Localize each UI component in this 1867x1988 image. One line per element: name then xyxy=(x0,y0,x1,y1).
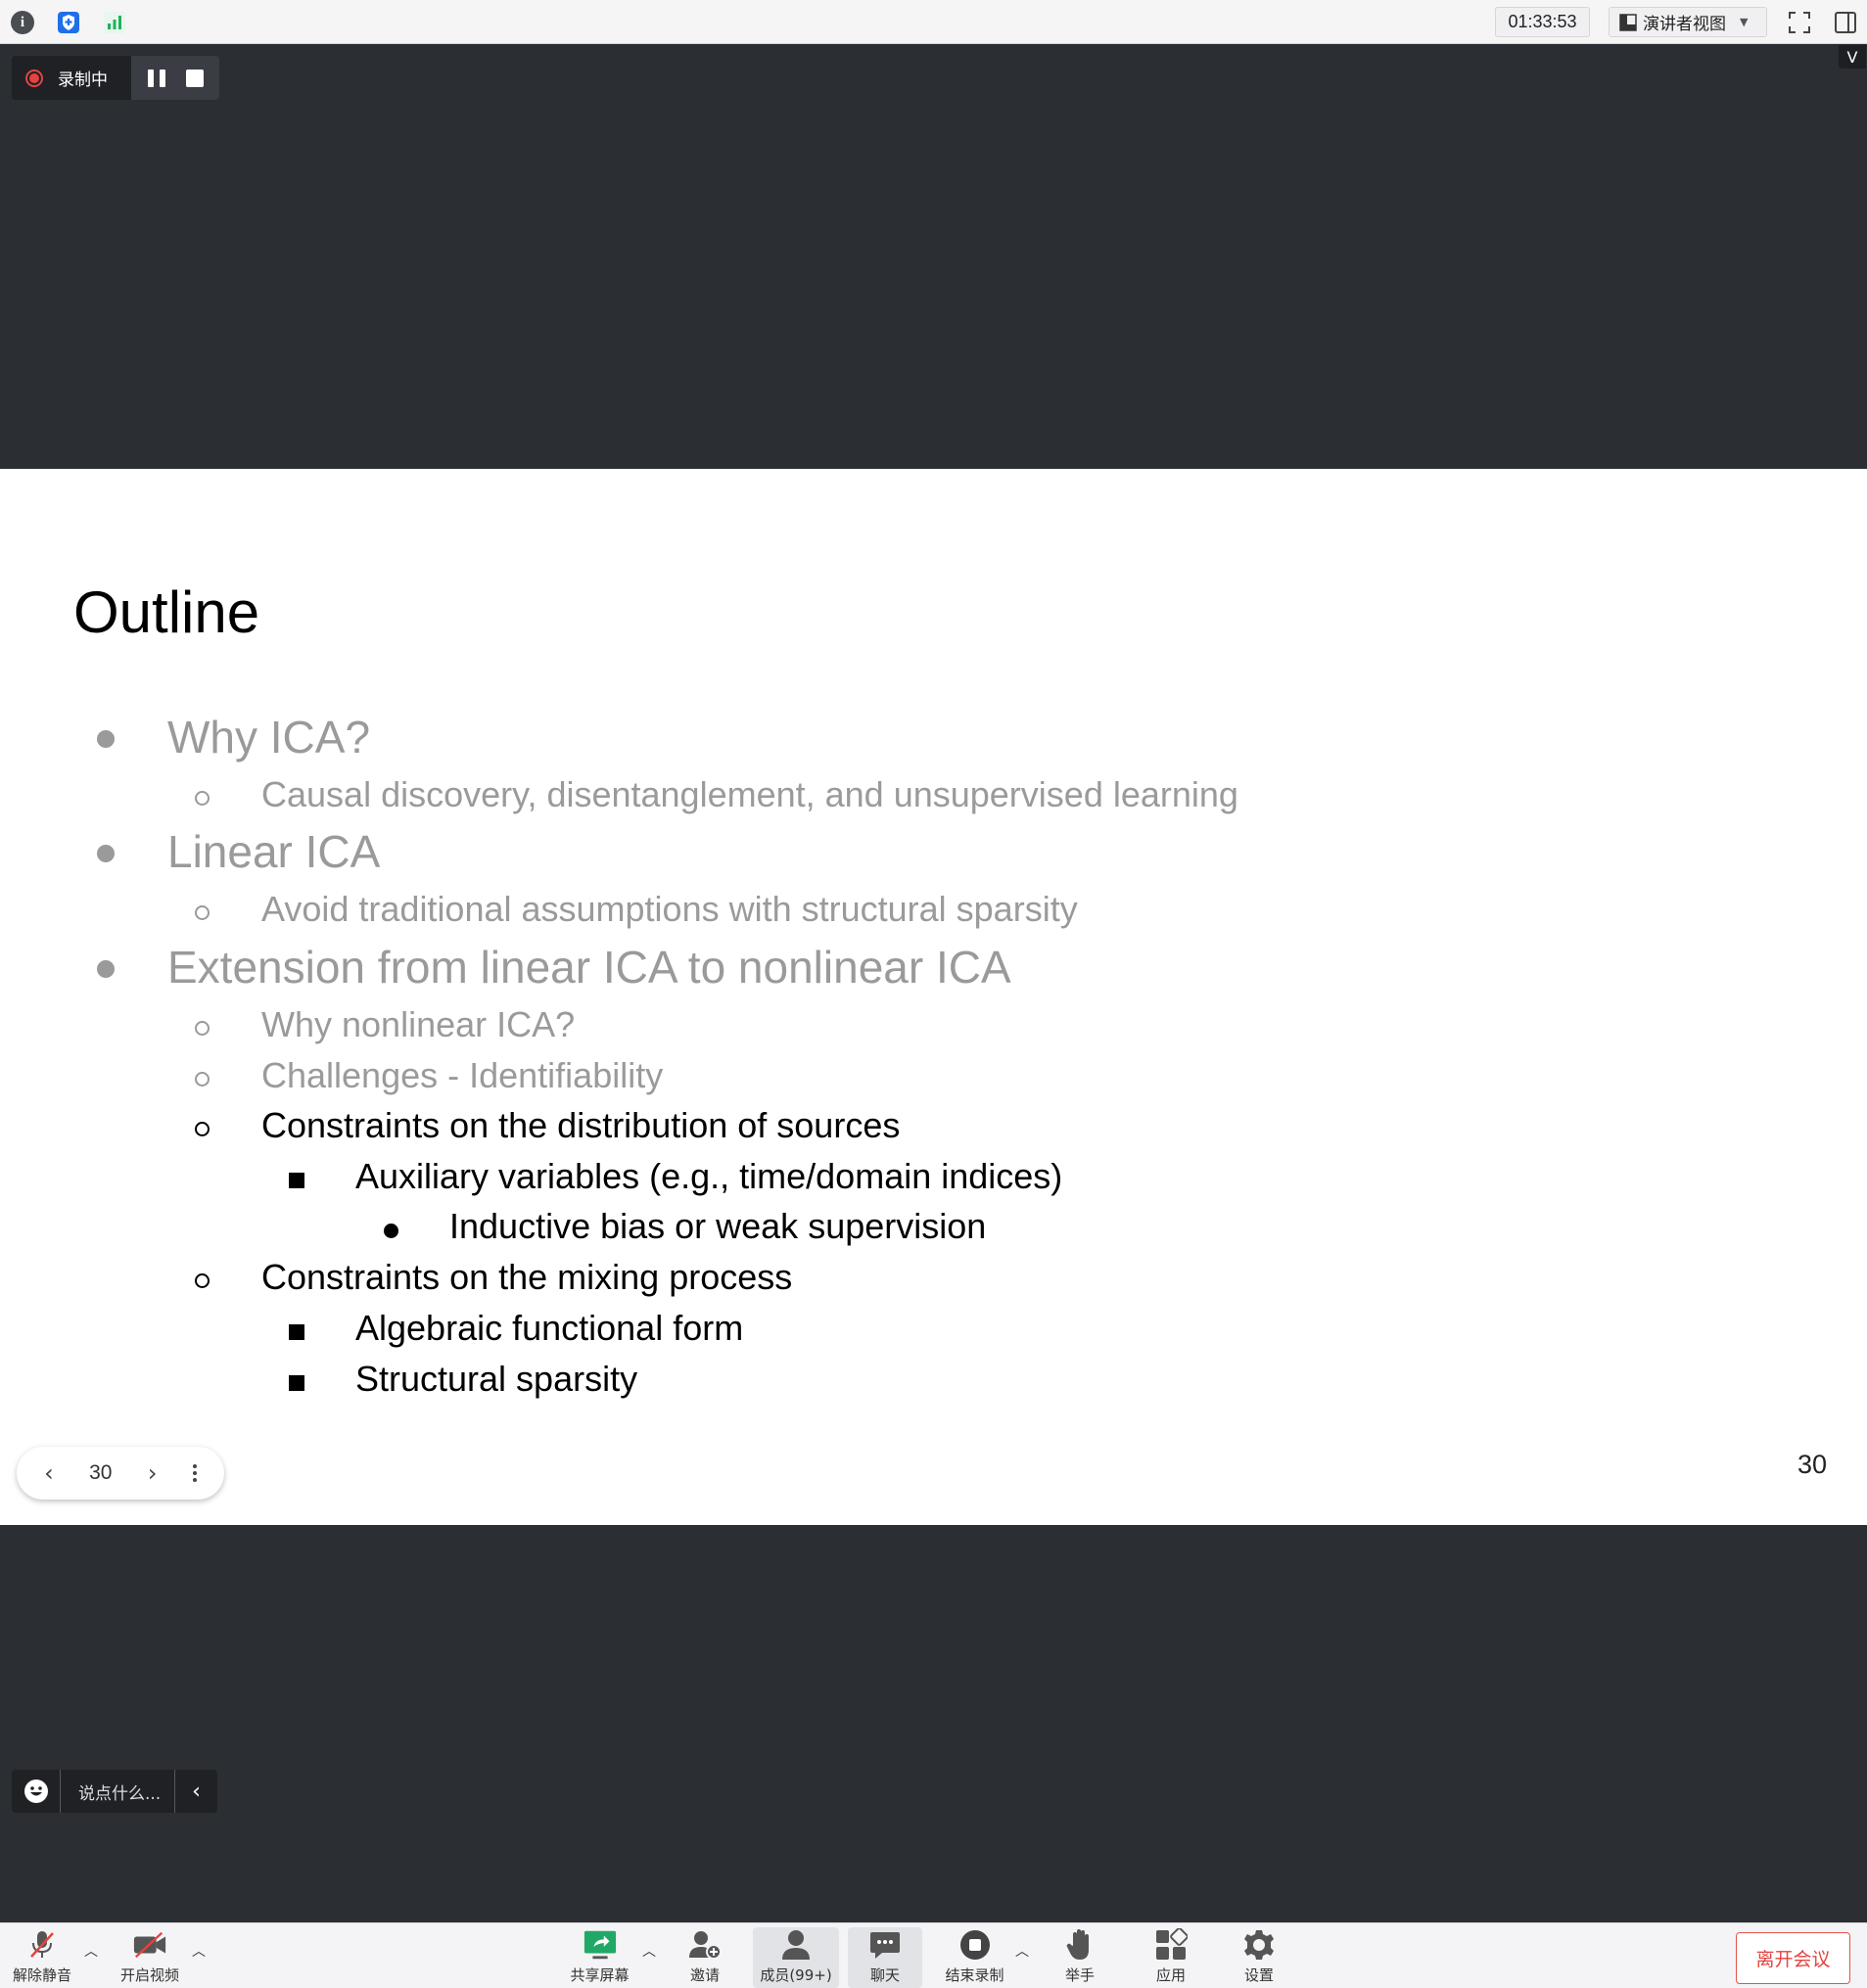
bullet-circle-icon xyxy=(195,1273,210,1288)
view-mode-label: 演讲者视图 xyxy=(1643,15,1726,34)
outline-item: Linear ICA xyxy=(167,826,381,877)
view-mode-dropdown[interactable]: 演讲者视图 ▼ xyxy=(1609,7,1767,37)
next-slide-button[interactable]: › xyxy=(148,1459,158,1487)
bullet-circle-icon xyxy=(195,905,210,920)
bullet-square-icon xyxy=(289,1375,304,1391)
bullet-circle-icon xyxy=(195,1021,210,1036)
caret-down-icon: ▼ xyxy=(1740,16,1749,28)
outline-item: Extension from linear ICA to nonlinear I… xyxy=(167,942,1011,993)
bullet-square-icon xyxy=(289,1173,304,1188)
more-options-icon[interactable] xyxy=(192,1464,197,1482)
share-options-icon[interactable]: ︿ xyxy=(642,1941,656,1961)
slide-navigator: ‹ 30 › xyxy=(17,1447,224,1500)
outline-item: Why ICA? xyxy=(167,712,371,763)
mic-off-icon xyxy=(24,1927,60,1963)
outline-item: Structural sparsity xyxy=(355,1359,638,1399)
bullet-disc-icon xyxy=(97,960,115,978)
chat-icon xyxy=(867,1927,903,1963)
shared-slide: Outline Why ICA? Causal discovery, disen… xyxy=(0,469,1867,1525)
chevron-left-icon[interactable]: ‹ xyxy=(174,1770,217,1813)
bullet-square-icon xyxy=(289,1324,304,1340)
shield-icon[interactable] xyxy=(56,10,81,35)
layout-icon xyxy=(1619,13,1637,31)
recording-status: 录制中 xyxy=(58,70,108,90)
outline-item: Challenges - Identifiability xyxy=(261,1055,664,1095)
sidebar-toggle-icon[interactable] xyxy=(1832,9,1859,36)
hand-icon xyxy=(1062,1927,1097,1963)
current-slide-number: 30 xyxy=(89,1461,113,1484)
bullet-circle-icon xyxy=(195,1122,210,1136)
outline-item: Constraints on the mixing process xyxy=(261,1257,793,1297)
add-user-icon xyxy=(687,1927,723,1963)
start-video-label: 开启视频 xyxy=(119,1966,179,1984)
settings-button[interactable]: 设置 xyxy=(1230,1927,1288,1988)
members-icon xyxy=(778,1927,814,1963)
apps-label: 应用 xyxy=(1155,1966,1186,1984)
emoji-icon[interactable] xyxy=(12,1770,61,1813)
video-options-icon[interactable]: ︿ xyxy=(192,1941,206,1961)
unmute-button[interactable]: 解除静音 xyxy=(8,1927,76,1988)
outline-item: Inductive bias or weak supervision xyxy=(449,1206,987,1246)
share-screen-label: 共享屏幕 xyxy=(570,1966,630,1984)
bullet-circle-icon xyxy=(195,791,210,806)
meeting-timer: 01:33:53 xyxy=(1495,7,1590,37)
start-video-button[interactable]: 开启视频 xyxy=(116,1927,184,1988)
recording-indicator: 录制中 xyxy=(12,56,219,100)
outline-item: Causal discovery, disentanglement, and u… xyxy=(261,774,1238,814)
outline-item: Avoid traditional assumptions with struc… xyxy=(261,889,1078,929)
outline-item: Why nonlinear ICA? xyxy=(261,1004,576,1044)
slide-page-number: 30 xyxy=(1797,1450,1828,1479)
bullet-disc-icon xyxy=(97,845,115,862)
end-recording-button[interactable]: 结束录制 xyxy=(938,1927,1011,1988)
fullscreen-icon[interactable] xyxy=(1786,9,1813,36)
previous-slide-button[interactable]: ‹ xyxy=(44,1459,54,1487)
camera-off-icon xyxy=(132,1927,167,1963)
top-bar: i 01:33:53 演讲者视图 ▼ xyxy=(0,0,1867,44)
stop-record-icon xyxy=(957,1927,993,1963)
collapse-toolbar-button[interactable]: V xyxy=(1839,45,1866,69)
chat-button[interactable]: 聊天 xyxy=(848,1927,922,1988)
chat-label: 聊天 xyxy=(869,1966,900,1984)
record-dot-icon xyxy=(25,69,43,87)
leave-meeting-button[interactable]: 离开会议 xyxy=(1736,1932,1850,1984)
raise-hand-label: 举手 xyxy=(1064,1966,1095,1984)
raise-hand-button[interactable]: 举手 xyxy=(1050,1927,1109,1988)
share-screen-icon xyxy=(583,1927,618,1963)
info-icon[interactable]: i xyxy=(10,10,35,35)
apps-icon xyxy=(1153,1927,1189,1963)
end-recording-label: 结束录制 xyxy=(945,1966,1004,1984)
apps-button[interactable]: 应用 xyxy=(1142,1927,1200,1988)
outline-item: Auxiliary variables (e.g., time/domain i… xyxy=(355,1156,1063,1196)
bullet-disc-icon xyxy=(97,730,115,748)
recording-options-icon[interactable]: ︿ xyxy=(1015,1941,1029,1961)
members-label: 成员(99+) xyxy=(760,1966,832,1984)
stop-recording-button[interactable] xyxy=(185,69,204,87)
reaction-bar: 说点什么... ‹ xyxy=(12,1770,217,1813)
invite-button[interactable]: 邀请 xyxy=(676,1927,734,1988)
settings-label: 设置 xyxy=(1243,1966,1274,1984)
slide-title: Outline xyxy=(73,579,260,645)
chat-quick-input[interactable]: 说点什么... xyxy=(61,1780,174,1804)
invite-label: 邀请 xyxy=(689,1966,720,1984)
outline-item: Constraints on the distribution of sourc… xyxy=(261,1105,901,1145)
share-screen-button[interactable]: 共享屏幕 xyxy=(563,1927,636,1988)
outline-item: Algebraic functional form xyxy=(355,1308,744,1348)
meeting-toolbar: 解除静音 ︿ 开启视频 ︿ 共享屏幕 ︿ 邀请 成员(99+) 聊天 结束录制 … xyxy=(0,1922,1867,1988)
audio-options-icon[interactable]: ︿ xyxy=(84,1941,98,1961)
members-button[interactable]: 成员(99+) xyxy=(753,1927,839,1988)
pause-recording-button[interactable] xyxy=(147,69,165,87)
signal-icon[interactable] xyxy=(102,10,127,35)
gear-icon xyxy=(1241,1927,1277,1963)
bullet-disc-icon xyxy=(384,1224,398,1238)
unmute-label: 解除静音 xyxy=(12,1966,71,1984)
bullet-circle-icon xyxy=(195,1072,210,1086)
